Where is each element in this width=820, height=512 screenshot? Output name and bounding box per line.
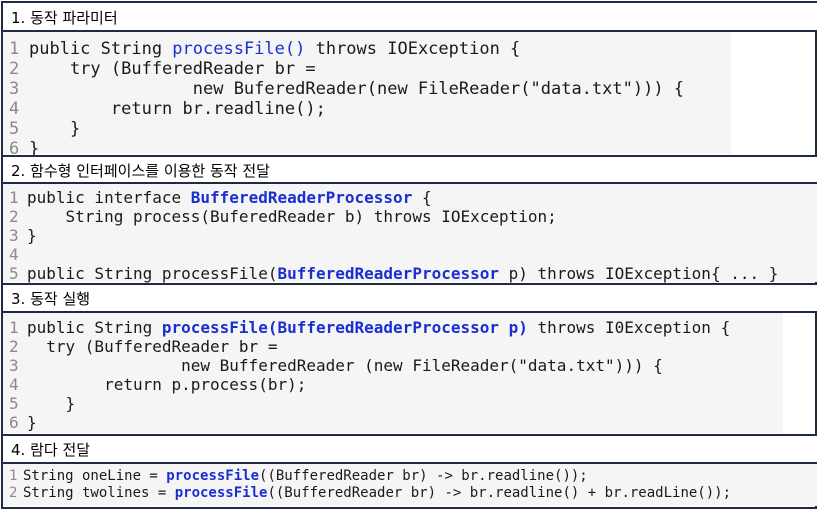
- code-text: String oneLine =: [23, 468, 167, 484]
- code-text: {: [412, 188, 432, 207]
- code-text: public interface: [27, 188, 191, 207]
- code-text: public String: [27, 318, 162, 337]
- code-text: }: [27, 394, 76, 413]
- line-number: 5: [9, 394, 19, 413]
- line-number: 1: [9, 188, 19, 207]
- code-block-3: 1 public String processFile(BufferedReade…: [3, 313, 783, 433]
- line-number: 5: [9, 119, 20, 139]
- line-number: 3: [9, 226, 19, 245]
- section-header-2: 2. 함수형 인터페이스를 이용한 동작 전달: [3, 157, 817, 183]
- section-header-1: 1. 동작 파라미터: [3, 3, 817, 31]
- line-number: 1: [9, 468, 18, 484]
- code-block-2: 1 public interface BufferedReaderProcesso…: [3, 184, 817, 283]
- section-title: 1. 동작 파라미터: [11, 8, 118, 27]
- line-number: 2: [9, 337, 19, 356]
- code-text: throws IOException {: [305, 39, 521, 59]
- code-text: try (BufferedReader br =: [29, 59, 316, 79]
- section-header-4: 4. 람다 전달: [3, 436, 817, 463]
- code-text: try (BufferedReader br =: [27, 337, 278, 356]
- line-number: 4: [9, 99, 20, 119]
- code-text: ((BufferedReader br) -> br.readline() + …: [267, 485, 732, 501]
- code-line: 2 String process(BuferedReader b) throws…: [9, 207, 557, 226]
- code-line: 4: [9, 245, 27, 264]
- code-line: 5 public String processFile(BufferedReade…: [9, 264, 778, 283]
- line-number: 1: [9, 39, 20, 59]
- code-text: return br.readline();: [29, 99, 326, 119]
- code-highlight: processFile: [166, 468, 260, 484]
- code-highlight: processFile(BufferedReaderProcessor p): [161, 318, 528, 337]
- code-highlight: BufferedReaderProcessor: [277, 264, 500, 283]
- line-number: 5: [9, 264, 19, 283]
- line-number: 2: [9, 485, 18, 501]
- code-highlight: processFile(): [172, 39, 306, 59]
- code-line: 1 public String processFile() throws IOEx…: [9, 39, 520, 59]
- code-line: 6}: [9, 413, 37, 432]
- code-block-4: 1 String oneLine = processFile((BufferedR…: [3, 464, 817, 506]
- code-text: String process(BuferedReader b) throws I…: [27, 207, 557, 226]
- code-line: 4 return br.readline();: [9, 99, 326, 119]
- line-number: 3: [9, 79, 20, 99]
- section-title: 4. 람다 전달: [11, 441, 91, 459]
- line-number: 6: [9, 413, 19, 432]
- line-number: 3: [9, 356, 19, 375]
- code-text: return p.process(br);: [27, 375, 307, 394]
- line-number: 2: [9, 59, 20, 79]
- code-line: 3 new BufferedReader (new FileReader("da…: [9, 356, 663, 375]
- section-title: 3. 동작 실행: [11, 290, 91, 308]
- code-text: }: [27, 413, 37, 432]
- code-text: new BufferedReader (new FileReader("data…: [27, 356, 663, 375]
- code-line: 5 }: [9, 119, 80, 139]
- section-title: 2. 함수형 인터페이스를 이용한 동작 전달: [11, 161, 270, 180]
- code-line: 2 try (BufferedReader br =: [9, 59, 316, 79]
- code-highlight: processFile: [174, 485, 268, 501]
- section-header-3: 3. 동작 실행: [3, 285, 817, 312]
- code-line: 4 return p.process(br);: [9, 375, 306, 394]
- code-text: throws I0Exception {: [527, 318, 731, 337]
- code-text: public String processFile(: [27, 264, 278, 283]
- code-text: ((BufferedReader br) -> br.readline());: [259, 468, 588, 484]
- code-text: }: [29, 119, 81, 139]
- code-line: 2 String twolines = processFile((Buffered…: [9, 485, 731, 501]
- code-text: new BuferedReader(new FileReader("data.t…: [29, 79, 685, 99]
- code-text: String twolines =: [23, 485, 175, 501]
- code-line: 1 public String processFile(BufferedReade…: [9, 318, 730, 337]
- code-highlight: BufferedReaderProcessor: [190, 188, 413, 207]
- code-block-1: 1 public String processFile() throws IOEx…: [3, 32, 731, 159]
- code-line: 1 String oneLine = processFile((BufferedR…: [9, 468, 588, 484]
- line-number: 1: [9, 318, 19, 337]
- code-text: public String: [29, 39, 173, 59]
- code-line: 5 }: [9, 394, 75, 413]
- code-line: 2 try (BufferedReader br =: [9, 337, 277, 356]
- code-text: }: [27, 226, 37, 245]
- code-line: 3 new BuferedReader(new FileReader("data…: [9, 79, 684, 99]
- line-number: 4: [9, 375, 19, 394]
- code-line: 3}: [9, 226, 37, 245]
- line-number: 4: [9, 245, 19, 264]
- line-number: 2: [9, 207, 19, 226]
- code-line: 1 public interface BufferedReaderProcesso…: [9, 188, 432, 207]
- code-text: p) throws IOException{ ... }: [499, 264, 779, 283]
